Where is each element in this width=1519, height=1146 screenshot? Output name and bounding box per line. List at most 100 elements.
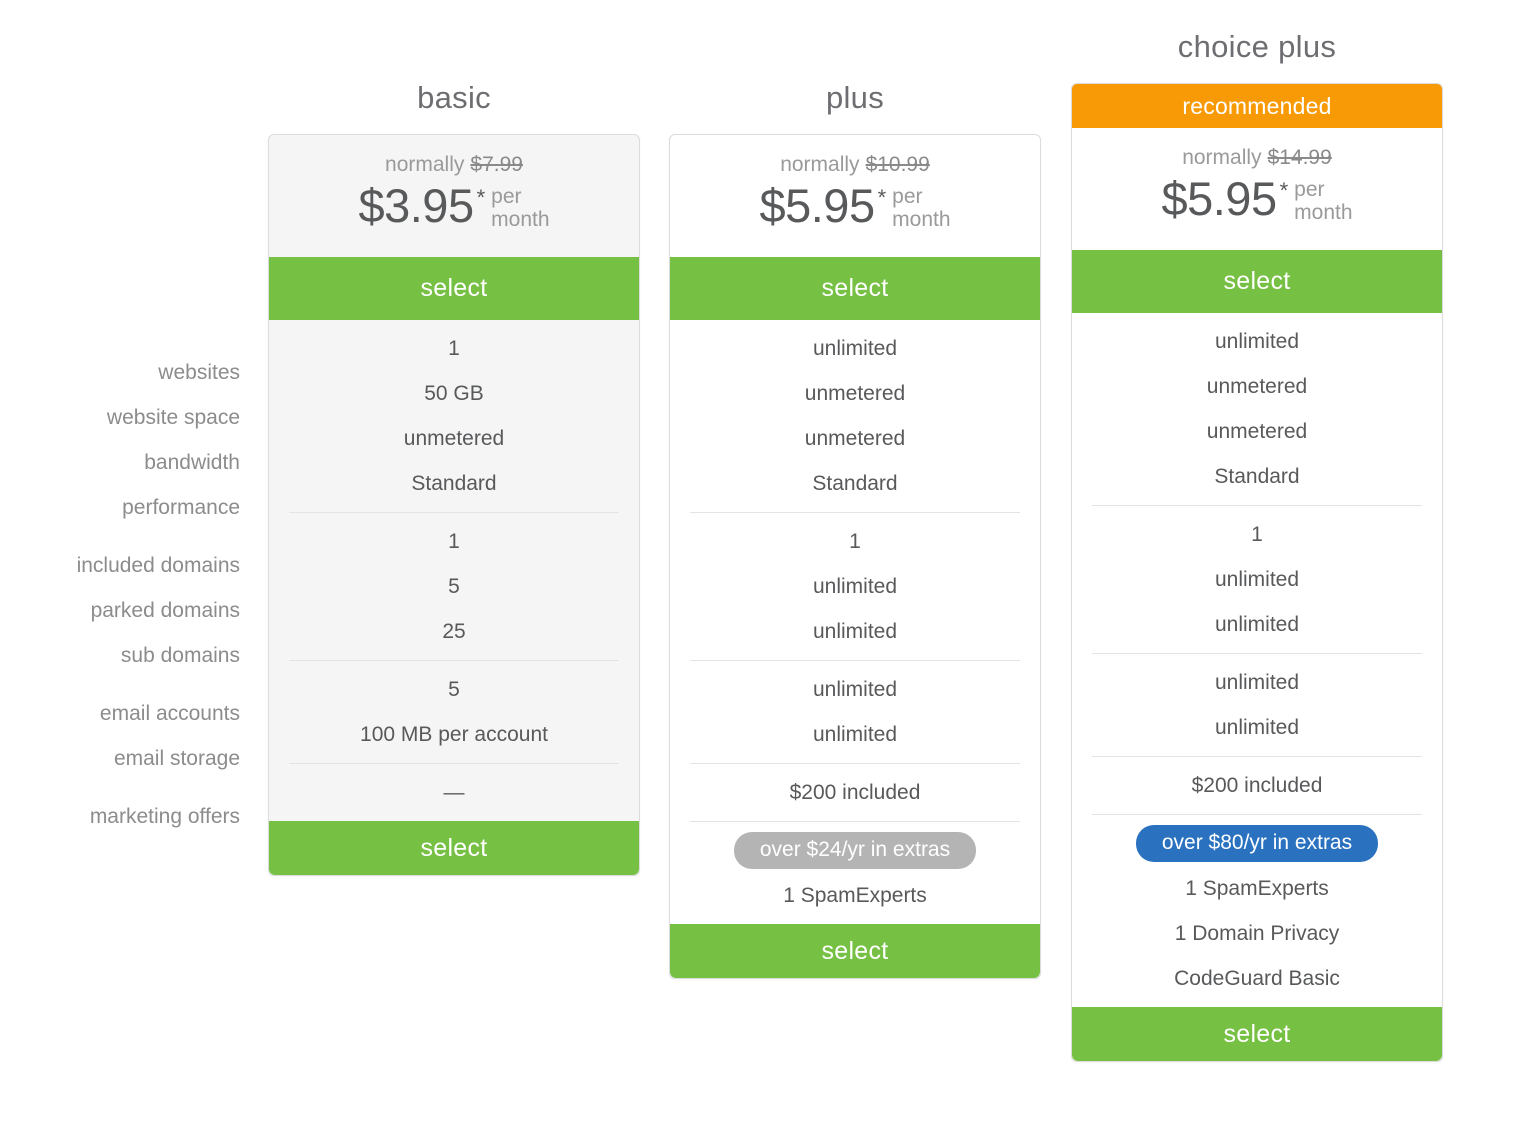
feature-values-choice-plus: unlimited unmetered unmetered Standard 1… bbox=[1072, 313, 1442, 1007]
select-button-top-choice-plus[interactable]: select bbox=[1072, 250, 1442, 313]
extras-badge-choice-plus: over $80/yr in extras bbox=[1135, 824, 1379, 863]
feature-values-plus: unlimited unmetered unmetered Standard 1… bbox=[670, 320, 1040, 924]
price-period-choice-plus: per month bbox=[1294, 178, 1353, 224]
period-month: month bbox=[1294, 200, 1353, 224]
normally-line-choice-plus: normally $14.99 bbox=[1072, 128, 1442, 168]
normally-label: normally bbox=[385, 153, 465, 176]
value-email-accounts-choice-plus: unlimited bbox=[1214, 671, 1300, 694]
value-sub-domains-plus: unlimited bbox=[812, 620, 898, 643]
period-per: per bbox=[892, 185, 923, 208]
extra-item-choice-plus-0: 1 SpamExperts bbox=[1185, 877, 1329, 900]
value-performance-choice-plus: Standard bbox=[1214, 465, 1300, 488]
extras-badge-row-choice-plus: over $80/yr in extras bbox=[1092, 821, 1422, 866]
price-line-basic: $3.95 * per month bbox=[269, 181, 639, 231]
feature-group-extras-choice-plus: over $80/yr in extras 1 SpamExperts 1 Do… bbox=[1092, 814, 1422, 1007]
plan-column-plus: plus normally $10.99 $5.95 * per month se… bbox=[669, 82, 1041, 979]
value-marketing-offers-basic: — bbox=[443, 781, 465, 804]
normally-price-struck: $14.99 bbox=[1267, 146, 1332, 169]
feature-group-marketing-plus: $200 included bbox=[690, 763, 1020, 821]
value-marketing-offers-choice-plus: $200 included bbox=[1191, 774, 1323, 797]
value-parked-domains-plus: unlimited bbox=[812, 575, 898, 598]
feature-group-email-plus: unlimited unlimited bbox=[690, 660, 1020, 763]
feature-label-website-space: website space bbox=[106, 406, 240, 429]
plan-card-plus: normally $10.99 $5.95 * per month select … bbox=[669, 134, 1041, 979]
select-button-top-plus[interactable]: select bbox=[670, 257, 1040, 320]
period-month: month bbox=[892, 207, 951, 231]
recommended-ribbon: recommended bbox=[1072, 84, 1442, 128]
select-button-top-basic[interactable]: select bbox=[269, 257, 639, 320]
price-amount-plus: $5.95 bbox=[759, 179, 875, 232]
value-sub-domains-choice-plus: unlimited bbox=[1214, 613, 1300, 636]
feature-label-performance: performance bbox=[122, 496, 240, 519]
plan-title-choice-plus: choice plus bbox=[1177, 29, 1337, 64]
price-amount-basic: $3.95 bbox=[358, 179, 474, 232]
feature-label-email-storage: email storage bbox=[113, 747, 240, 770]
value-email-accounts-basic: 5 bbox=[448, 678, 460, 701]
value-performance-basic: Standard bbox=[411, 472, 497, 495]
value-marketing-offers-plus: $200 included bbox=[789, 781, 921, 804]
period-per: per bbox=[1294, 178, 1325, 201]
value-bandwidth-plus: unmetered bbox=[804, 427, 906, 450]
price-line-plus: $5.95 * per month bbox=[670, 181, 1040, 231]
feature-group-extras-plus: over $24/yr in extras 1 SpamExperts bbox=[690, 821, 1020, 924]
label-group-gap bbox=[0, 781, 240, 794]
feature-group-domains-choice-plus: 1 unlimited unlimited bbox=[1092, 505, 1422, 653]
normally-price-struck: $7.99 bbox=[470, 153, 523, 176]
value-email-accounts-plus: unlimited bbox=[812, 678, 898, 701]
value-email-storage-basic: 100 MB per account bbox=[360, 723, 548, 746]
value-performance-plus: Standard bbox=[812, 472, 898, 495]
feature-group-marketing-choice-plus: $200 included bbox=[1092, 756, 1422, 814]
value-included-domains-plus: 1 bbox=[849, 530, 861, 553]
feature-label-marketing-offers: marketing offers bbox=[89, 805, 240, 828]
feature-group-email-choice-plus: unlimited unlimited bbox=[1092, 653, 1422, 756]
extra-item-choice-plus-1: 1 Domain Privacy bbox=[1174, 922, 1340, 945]
value-email-storage-plus: unlimited bbox=[812, 723, 898, 746]
select-button-bottom-choice-plus[interactable]: select bbox=[1072, 1007, 1442, 1061]
feature-values-basic: 1 50 GB unmetered Standard 1 5 25 5 100 … bbox=[269, 320, 639, 821]
label-group-gap bbox=[0, 530, 240, 543]
price-asterisk-plus: * bbox=[877, 185, 887, 210]
feature-group-hosting-basic: 1 50 GB unmetered Standard bbox=[269, 320, 639, 512]
plan-card-choice-plus: recommended normally $14.99 $5.95 * per m… bbox=[1071, 83, 1443, 1062]
value-website-space-basic: 50 GB bbox=[424, 382, 484, 405]
plan-column-basic: basic normally $7.99 $3.95 * per month se… bbox=[268, 82, 640, 876]
feature-label-websites: websites bbox=[158, 361, 240, 384]
extras-badge-plus: over $24/yr in extras bbox=[733, 831, 977, 870]
plan-card-basic: normally $7.99 $3.95 * per month select 1… bbox=[268, 134, 640, 876]
plan-column-choice-plus: choice plus recommended normally $14.99 $… bbox=[1071, 31, 1443, 1062]
price-asterisk-choice-plus: * bbox=[1279, 178, 1289, 203]
value-included-domains-basic: 1 bbox=[448, 530, 460, 553]
feature-label-parked-domains: parked domains bbox=[90, 599, 240, 622]
select-button-bottom-plus[interactable]: select bbox=[670, 924, 1040, 978]
feature-label-sub-domains: sub domains bbox=[120, 644, 240, 667]
normally-line-basic: normally $7.99 bbox=[269, 135, 639, 175]
value-website-space-choice-plus: unmetered bbox=[1206, 375, 1308, 398]
value-sub-domains-basic: 25 bbox=[442, 620, 466, 643]
value-websites-choice-plus: unlimited bbox=[1214, 330, 1300, 353]
value-bandwidth-basic: unmetered bbox=[403, 427, 505, 450]
value-bandwidth-choice-plus: unmetered bbox=[1206, 420, 1308, 443]
value-email-storage-choice-plus: unlimited bbox=[1214, 716, 1300, 739]
feature-group-hosting-choice-plus: unlimited unmetered unmetered Standard bbox=[1072, 313, 1442, 505]
normally-price-struck: $10.99 bbox=[865, 153, 930, 176]
normally-label: normally bbox=[1182, 146, 1262, 169]
feature-group-email-basic: 5 100 MB per account bbox=[289, 660, 619, 763]
extras-badge-row-plus: over $24/yr in extras bbox=[690, 828, 1020, 873]
feature-label-email-accounts: email accounts bbox=[99, 702, 240, 725]
price-period-plus: per month bbox=[892, 185, 951, 231]
feature-group-domains-basic: 1 5 25 bbox=[289, 512, 619, 660]
feature-label-included-domains: included domains bbox=[76, 554, 240, 577]
label-group-gap bbox=[0, 678, 240, 691]
value-websites-plus: unlimited bbox=[812, 337, 898, 360]
price-block-plus: normally $10.99 $5.95 * per month bbox=[670, 135, 1040, 257]
select-button-bottom-basic[interactable]: select bbox=[269, 821, 639, 875]
value-included-domains-choice-plus: 1 bbox=[1251, 523, 1263, 546]
extra-item-choice-plus-2: CodeGuard Basic bbox=[1174, 967, 1340, 990]
price-period-basic: per month bbox=[491, 185, 549, 231]
price-line-choice-plus: $5.95 * per month bbox=[1072, 174, 1442, 224]
feature-label-bandwidth: bandwidth bbox=[144, 451, 240, 474]
value-websites-basic: 1 bbox=[448, 337, 460, 360]
normally-label: normally bbox=[780, 153, 860, 176]
feature-label-column: websites website space bandwidth perform… bbox=[0, 350, 240, 839]
feature-group-domains-plus: 1 unlimited unlimited bbox=[690, 512, 1020, 660]
